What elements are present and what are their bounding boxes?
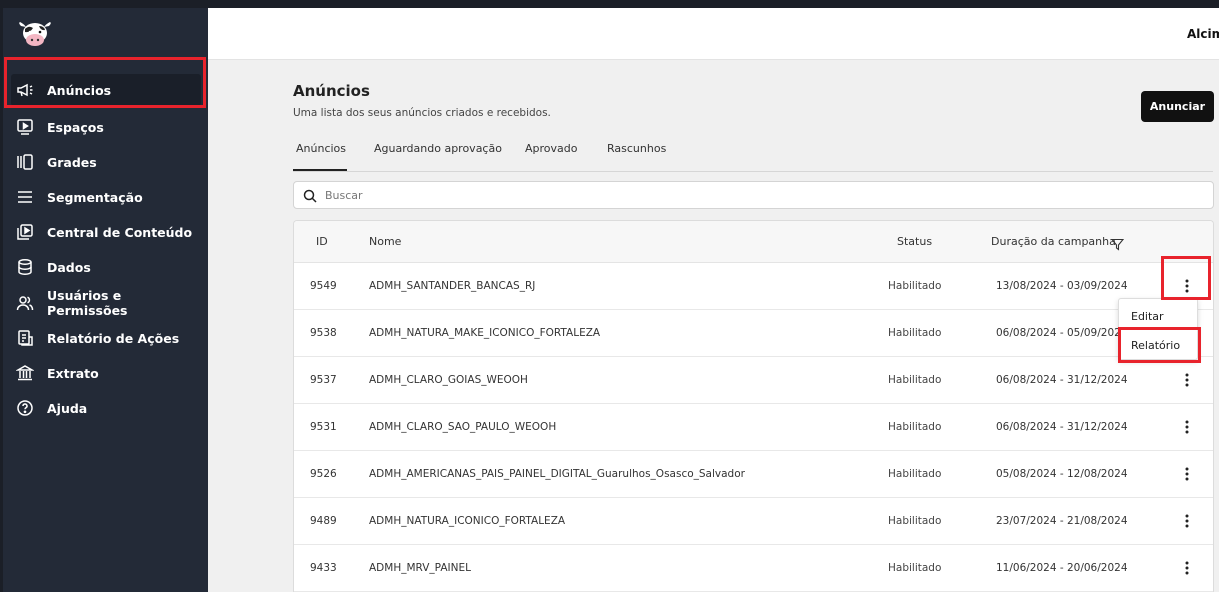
cell-name: ADMH_NATURA_ICONICO_FORTALEZA (369, 515, 566, 527)
sidebar-item-relatorio-acoes[interactable]: Relatório de Ações (11, 322, 201, 354)
report-icon (16, 329, 34, 347)
page-title: Anúncios (293, 82, 370, 100)
tab-anuncios[interactable]: Anúncios (293, 142, 347, 171)
table-row[interactable]: 9489 ADMH_NATURA_ICONICO_FORTALEZA Habil… (294, 498, 1213, 545)
database-icon (16, 258, 34, 276)
tab-aprovado[interactable]: Aprovado (525, 142, 577, 171)
sidebar-item-segmentacao[interactable]: Segmentação (11, 181, 201, 213)
tab-aguardando-aprovacao[interactable]: Aguardando aprovação (374, 142, 502, 171)
sidebar-item-extrato[interactable]: Extrato (11, 357, 201, 389)
grid-columns-icon (16, 153, 34, 171)
sidebar-item-label: Espaços (47, 119, 104, 135)
menu-lines-icon (16, 188, 34, 206)
cell-period: 11/06/2024 - 20/06/2024 (996, 562, 1128, 574)
cell-status: Habilitado (888, 327, 942, 339)
cell-period: 06/08/2024 - 31/12/2024 (996, 374, 1128, 386)
tab-bar: Anúncios Aguardando aprovação Aprovado R… (293, 140, 1213, 172)
bank-icon (16, 364, 34, 382)
sidebar-item-label: Dados (47, 259, 91, 275)
tab-rascunhos[interactable]: Rascunhos (607, 142, 666, 171)
table-row[interactable]: 9549 ADMH_SANTANDER_BANCAS_RJ Habilitado… (294, 263, 1213, 310)
table-row[interactable]: 9531 ADMH_CLARO_SAO_PAULO_WEOOH Habilita… (294, 404, 1213, 451)
table-row[interactable]: 9526 ADMH_AMERICANAS_PAIS_PAINEL_DIGITAL… (294, 451, 1213, 498)
cell-id: 9526 (310, 468, 337, 480)
kebab-menu-icon[interactable] (1177, 417, 1197, 437)
search-icon (303, 188, 317, 207)
column-header-nome: Nome (369, 235, 402, 248)
cell-id: 9433 (310, 562, 337, 574)
sidebar-item-grades[interactable]: Grades (11, 146, 201, 178)
anunciar-button[interactable]: Anunciar (1141, 91, 1214, 122)
kebab-menu-icon[interactable] (1177, 370, 1197, 390)
table-row[interactable]: 9538 ADMH_NATURA_MAKE_ICONICO_FORTALEZA … (294, 310, 1213, 357)
sidebar-item-label: Relatório de Ações (47, 330, 180, 346)
cell-name: ADMH_CLARO_GOIAS_WEOOH (369, 374, 528, 386)
sidebar-item-usuarios[interactable]: Usuários e Permissões (11, 287, 201, 319)
cell-period: 06/08/2024 - 31/12/2024 (996, 421, 1128, 433)
kebab-menu-icon[interactable] (1177, 558, 1197, 578)
cell-status: Habilitado (888, 562, 942, 574)
highlight-box-relatorio (1118, 327, 1201, 363)
sidebar-item-dados[interactable]: Dados (11, 251, 201, 283)
sidebar-item-label: Ajuda (47, 400, 88, 416)
cell-id: 9537 (310, 374, 337, 386)
sidebar-item-espacos[interactable]: Espaços (11, 111, 201, 143)
column-header-id: ID (316, 235, 328, 248)
help-circle-icon (16, 399, 34, 417)
monitor-play-icon (16, 118, 34, 136)
cell-id: 9531 (310, 421, 337, 433)
column-header-duracao: Duração da campanha (991, 235, 1116, 248)
cow-logo-icon[interactable] (17, 20, 53, 48)
sidebar-item-label: Grades (47, 154, 97, 170)
kebab-menu-icon[interactable] (1177, 464, 1197, 484)
table-row[interactable]: 9433 ADMH_MRV_PAINEL Habilitado 11/06/20… (294, 545, 1213, 592)
sidebar-item-label: Usuários e Permissões (47, 288, 128, 318)
cell-status: Habilitado (888, 374, 942, 386)
cell-name: ADMH_SANTANDER_BANCAS_RJ (369, 280, 536, 292)
content-play-icon (16, 223, 34, 241)
cell-status: Habilitado (888, 280, 942, 292)
highlight-box-anuncios (4, 57, 206, 108)
search-input[interactable] (325, 186, 1185, 204)
main-content: Anúncios Uma lista dos seus anúncios cri… (208, 60, 1219, 592)
cell-name: ADMH_MRV_PAINEL (369, 562, 471, 574)
sidebar-item-ajuda[interactable]: Ajuda (11, 392, 201, 424)
cell-period: 05/08/2024 - 12/08/2024 (996, 468, 1128, 480)
highlight-box-kebab (1161, 256, 1211, 300)
cell-name: ADMH_NATURA_MAKE_ICONICO_FORTALEZA (369, 327, 601, 339)
cell-period: 06/08/2024 - 05/09/2024 (996, 327, 1128, 339)
column-header-status: Status (897, 235, 933, 248)
sidebar-item-label: Extrato (47, 365, 99, 381)
window-top-strip (0, 0, 1219, 8)
cell-period: 23/07/2024 - 21/08/2024 (996, 515, 1128, 527)
cell-name: ADMH_CLARO_SAO_PAULO_WEOOH (369, 421, 557, 433)
user-name[interactable]: Alcima (1187, 27, 1219, 41)
kebab-menu-icon[interactable] (1177, 511, 1197, 531)
cell-name: ADMH_AMERICANAS_PAIS_PAINEL_DIGITAL_Guar… (369, 468, 745, 480)
cell-status: Habilitado (888, 515, 942, 527)
users-icon (16, 294, 34, 312)
ads-table: ID Nome Status Duração da campanha 9549 … (293, 220, 1214, 592)
cell-period: 13/08/2024 - 03/09/2024 (996, 280, 1128, 292)
sidebar-item-central-conteudo[interactable]: Central de Conteúdo (11, 216, 201, 248)
page-subtitle: Uma lista dos seus anúncios criados e re… (293, 107, 551, 119)
sidebar-item-label: Segmentação (47, 189, 143, 205)
cell-status: Habilitado (888, 421, 942, 433)
table-header: ID Nome Status Duração da campanha (294, 221, 1213, 263)
sidebar-item-label: Central de Conteúdo (47, 224, 193, 240)
cell-status: Habilitado (888, 468, 942, 480)
top-header: Alcima (208, 8, 1219, 60)
table-row[interactable]: 9537 ADMH_CLARO_GOIAS_WEOOH Habilitado 0… (294, 357, 1213, 404)
cell-id: 9549 (310, 280, 337, 292)
menu-item-editar[interactable]: Editar (1119, 303, 1199, 329)
search-box (293, 181, 1214, 209)
cell-id: 9538 (310, 327, 337, 339)
filter-icon[interactable] (1110, 236, 1125, 255)
cell-id: 9489 (310, 515, 337, 527)
